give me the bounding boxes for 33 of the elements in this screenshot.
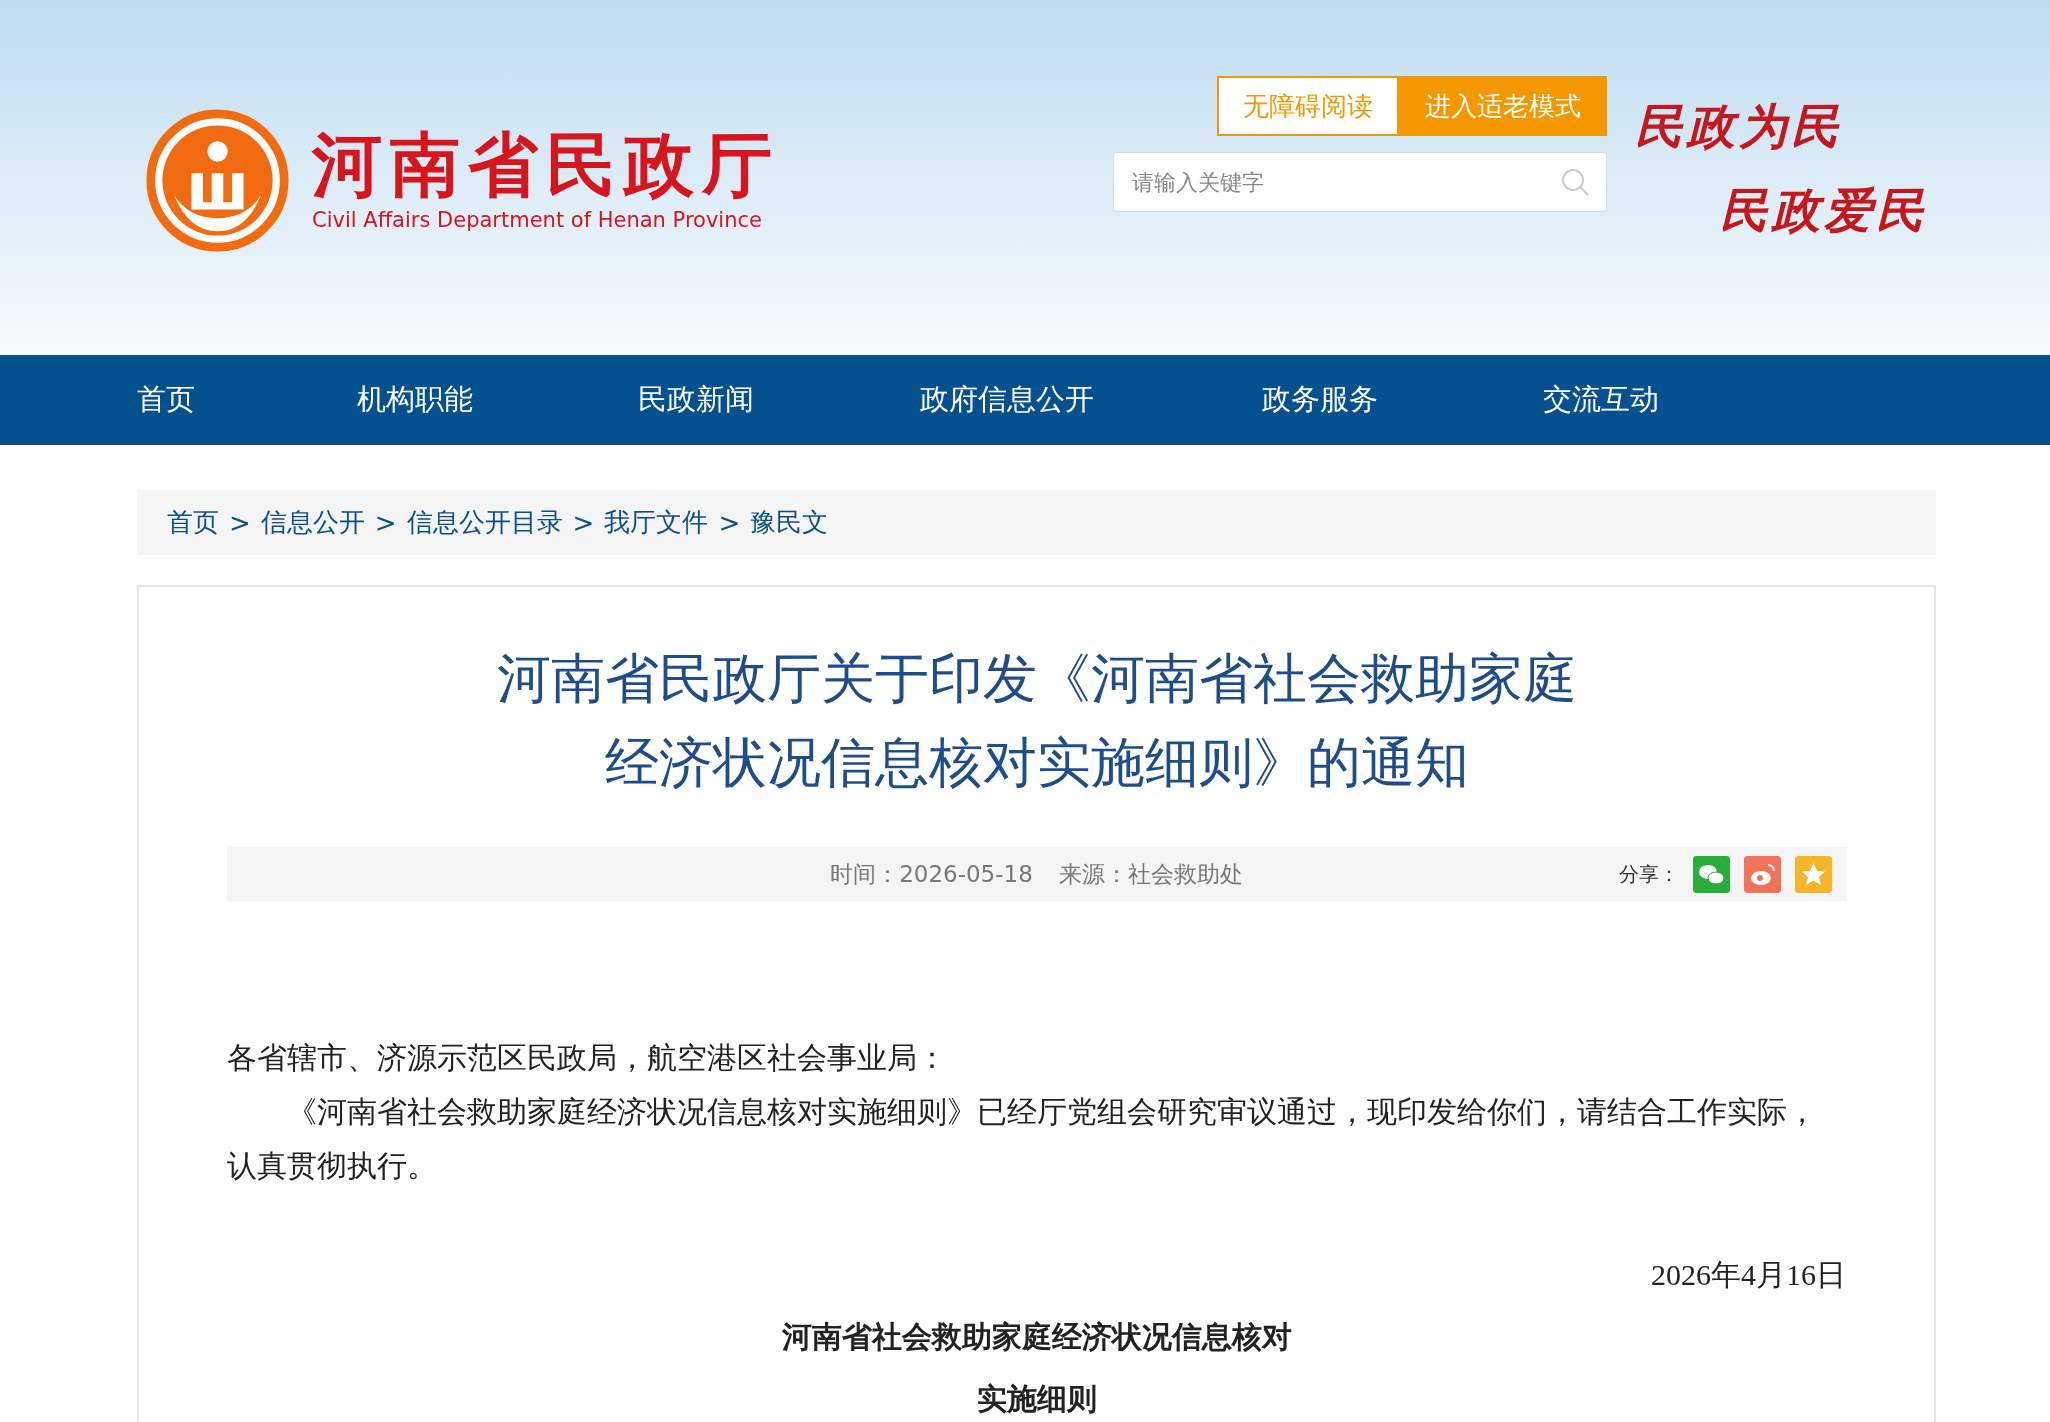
breadcrumb-link[interactable]: 信息公开: [260, 505, 365, 540]
slogan-text: 民政爱民: [1720, 181, 1928, 240]
share-label: 分享：: [1619, 860, 1679, 888]
document-heading: 实施细则: [975, 1381, 1098, 1417]
breadcrumb-separator: >: [572, 507, 595, 538]
site-name-english: Civil Affairs Department of Henan Province: [312, 207, 763, 232]
meta-text: 时间：2026-05-18: [830, 859, 1033, 889]
breadcrumb-separator: >: [718, 507, 741, 538]
search-bar[interactable]: 请输入关键字: [1113, 152, 1607, 212]
nav-link[interactable]: 政务服务: [1262, 380, 1543, 420]
breadcrumb-link[interactable]: 首页: [167, 505, 219, 540]
nav-link[interactable]: 机构职能: [357, 380, 638, 420]
chat-bubbles-icon[interactable]: [1693, 855, 1730, 893]
breadcrumb-link[interactable]: 我厅文件: [604, 505, 709, 540]
nav-link[interactable]: 政府信息公开: [920, 380, 1262, 420]
nav-link[interactable]: 交流互动: [1543, 380, 1659, 420]
document-heading: 河南省社会救助家庭经济状况信息核对: [780, 1319, 1293, 1355]
breadcrumb-separator: >: [374, 507, 397, 538]
body-paragraph: 各省辖市、济源示范区民政局，航空港区社会事业局：: [227, 1040, 948, 1076]
document-date: 2026年4月16日: [1650, 1257, 1846, 1293]
search-field[interactable]: 请输入关键字: [1130, 168, 1560, 196]
breadcrumb-link[interactable]: 信息公开目录: [406, 505, 563, 540]
breadcrumb-link[interactable]: 豫民文: [750, 505, 829, 540]
nav-link[interactable]: 首页: [137, 380, 357, 420]
site-name: 河南省民政厅: [312, 129, 780, 200]
article-title: 河南省民政厅关于印发《河南省社会救助家庭经济状况信息核对实施细则》的通知: [495, 646, 1578, 796]
meta-text: 来源：社会救助处: [1058, 859, 1243, 889]
nav-link[interactable]: 民政新闻: [638, 380, 920, 420]
search-icon[interactable]: [1560, 167, 1590, 197]
slogan-text: 民政为民: [1635, 97, 1844, 156]
body-paragraph: 《河南省社会救助家庭经济状况信息核对实施细则》已经厅党组会研究审议通过，现印发给你们，请结合工作实际，认真贯彻执行。: [227, 1094, 1818, 1184]
eye-swirl-icon[interactable]: [1744, 855, 1781, 893]
breadcrumb-separator: >: [229, 507, 251, 538]
